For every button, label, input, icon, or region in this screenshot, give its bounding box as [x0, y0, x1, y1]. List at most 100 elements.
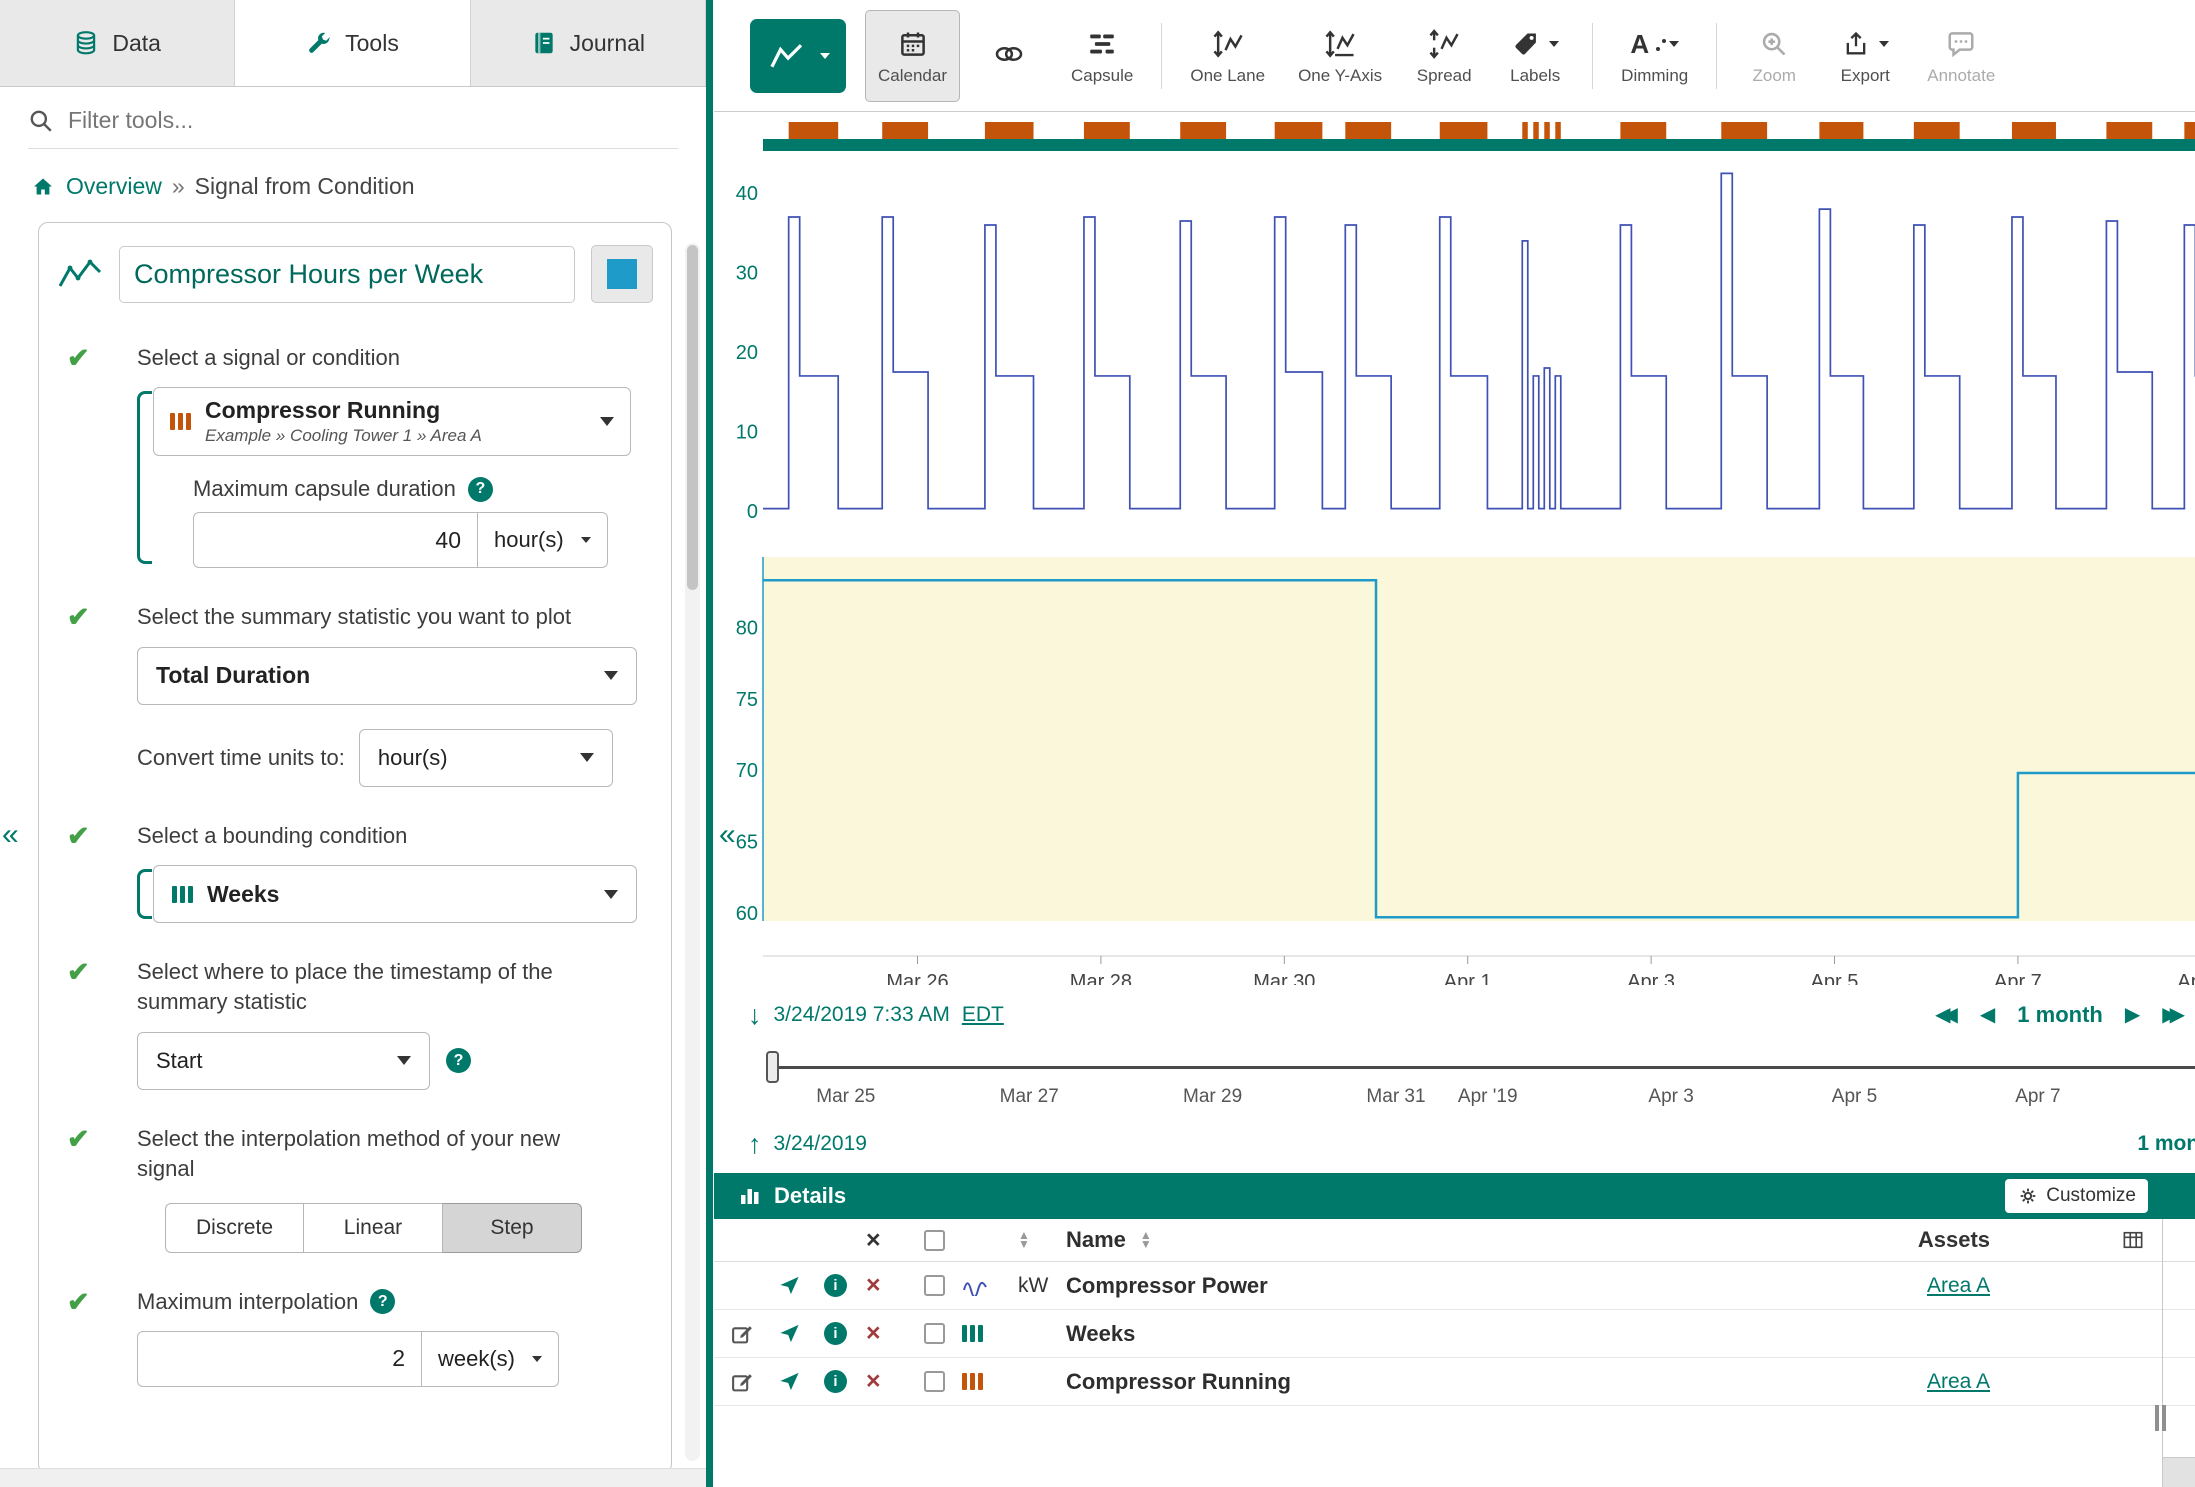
spread-button[interactable]: Spread: [1402, 10, 1486, 102]
step-forward-full-icon[interactable]: [2162, 1005, 2185, 1025]
one-y-axis-button[interactable]: One Y-Axis: [1285, 10, 1395, 102]
item-name[interactable]: Compressor Power: [1066, 1273, 1700, 1299]
send-to-display-icon[interactable]: [778, 1322, 801, 1345]
remove-item-icon[interactable]: [866, 1369, 881, 1394]
capsule-button[interactable]: Capsule: [1058, 10, 1146, 102]
tool-panel-scrollbar[interactable]: [685, 243, 700, 1461]
svg-text:65: 65: [736, 832, 758, 854]
bounding-condition-select[interactable]: Weeks: [153, 865, 637, 923]
step-forward-half-icon[interactable]: [2125, 1005, 2140, 1025]
max-capsule-duration-unit-select[interactable]: hour(s): [478, 512, 608, 568]
details-chart-icon: [738, 1184, 762, 1208]
display-range-duration[interactable]: 1 month: [2017, 1002, 2103, 1028]
tab-data[interactable]: Data: [0, 0, 235, 86]
timeline-start-handle[interactable]: [766, 1051, 779, 1083]
investigate-range-duration[interactable]: 1 month: [2137, 1132, 2195, 1156]
max-capsule-duration-input[interactable]: [193, 512, 478, 568]
step-back-full-icon[interactable]: [1935, 1005, 1958, 1025]
collapse-panel-chevron-icon[interactable]: [719, 818, 736, 852]
scrollbar-thumb[interactable]: [687, 245, 698, 590]
item-name[interactable]: Compressor Running: [1066, 1369, 1700, 1395]
investigate-range-start[interactable]: 3/24/2019: [774, 1132, 867, 1156]
tool-header: Compressor Hours per Week: [39, 223, 671, 309]
timeline-track[interactable]: [774, 1066, 2195, 1069]
tab-tools[interactable]: Tools: [235, 0, 470, 86]
max-interpolation-input[interactable]: [137, 1331, 422, 1387]
row-checkbox[interactable]: [924, 1323, 945, 1344]
statistic-select[interactable]: Total Duration: [137, 647, 637, 705]
help-icon[interactable]: [468, 477, 493, 502]
dimming-button[interactable]: A Dimming: [1608, 10, 1701, 102]
condition-select[interactable]: Compressor Running Example » Cooling Tow…: [153, 387, 631, 456]
name-column-header[interactable]: Name: [1066, 1227, 1126, 1253]
panel-tabs: Data Tools Journal: [0, 0, 706, 87]
interp-step-button[interactable]: Step: [443, 1203, 582, 1253]
edit-item-icon[interactable]: [730, 1321, 755, 1346]
send-to-display-icon[interactable]: [778, 1370, 801, 1393]
left-panel: Data Tools Journal: [0, 0, 706, 1487]
chevron-down-icon: [581, 537, 591, 543]
timestamp-row: Start: [137, 1032, 647, 1090]
zoom-button[interactable]: Zoom: [1732, 10, 1816, 102]
breadcrumb-overview-link[interactable]: Overview: [66, 173, 162, 200]
max-capsule-duration-inputs: hour(s): [193, 512, 647, 568]
one-lane-button[interactable]: One Lane: [1177, 10, 1278, 102]
step-back-half-icon[interactable]: [1980, 1005, 1995, 1025]
sort-type-icon[interactable]: [1018, 1231, 1030, 1249]
export-button[interactable]: Export: [1823, 10, 1907, 102]
item-info-icon[interactable]: [824, 1274, 847, 1297]
customize-button[interactable]: Customize: [2005, 1179, 2148, 1213]
svg-text:Apr 3: Apr 3: [1627, 971, 1675, 985]
timestamp-select[interactable]: Start: [137, 1032, 430, 1090]
item-info-icon[interactable]: [824, 1370, 847, 1393]
assets-column-header[interactable]: Assets: [1700, 1227, 1990, 1253]
asset-columns-grid-icon[interactable]: [2122, 1230, 2144, 1250]
max-interpolation-unit-select[interactable]: week(s): [422, 1331, 559, 1387]
view-mode-trend-button[interactable]: [750, 19, 846, 93]
panel-splitter[interactable]: [706, 0, 713, 1487]
chevron-down-icon: [1549, 41, 1559, 47]
help-icon[interactable]: [370, 1289, 395, 1314]
details-divider-grip[interactable]: [2155, 1405, 2166, 1431]
item-name[interactable]: Weeks: [1066, 1321, 1700, 1347]
calendar-button[interactable]: Calendar: [865, 10, 960, 102]
trend-chart[interactable]: 4030201008075706560Mar 26Mar 28Mar 30Apr…: [714, 112, 2195, 985]
item-info-icon[interactable]: [824, 1322, 847, 1345]
interp-discrete-button[interactable]: Discrete: [165, 1203, 304, 1253]
tab-journal[interactable]: Journal: [471, 0, 706, 86]
tool-panel-hscrollbar[interactable]: [0, 1468, 706, 1487]
home-icon[interactable]: [30, 175, 56, 199]
send-to-display-icon[interactable]: [778, 1274, 801, 1297]
chevron-down-icon: [580, 753, 594, 762]
collapse-left-chevron-icon[interactable]: [2, 818, 19, 852]
remove-all-icon[interactable]: [866, 1228, 881, 1253]
svg-text:30: 30: [736, 263, 758, 285]
filter-tools-input[interactable]: [68, 107, 678, 134]
details-column-divider[interactable]: [2162, 1219, 2163, 1487]
sort-name-icon[interactable]: [1140, 1231, 1152, 1249]
export-label: Export: [1841, 66, 1890, 86]
signal-color-swatch[interactable]: [591, 245, 653, 303]
result-name-input[interactable]: Compressor Hours per Week: [119, 246, 575, 303]
remove-item-icon[interactable]: [866, 1321, 881, 1346]
select-all-checkbox[interactable]: [924, 1230, 945, 1251]
condition-type-icon: [962, 1373, 983, 1390]
remove-item-icon[interactable]: [866, 1273, 881, 1298]
timezone-link[interactable]: EDT: [962, 1003, 1004, 1027]
asset-link[interactable]: Area A: [1927, 1370, 1990, 1393]
labels-button[interactable]: Labels: [1493, 10, 1577, 102]
interp-linear-button[interactable]: Linear: [304, 1203, 443, 1253]
svg-text:40: 40: [736, 183, 758, 205]
row-checkbox[interactable]: [924, 1275, 945, 1296]
asset-link[interactable]: Area A: [1927, 1274, 1990, 1297]
journal-icon: [531, 30, 557, 56]
edit-item-icon[interactable]: [730, 1369, 755, 1394]
annotate-button[interactable]: Annotate: [1914, 10, 2008, 102]
help-icon[interactable]: [446, 1048, 471, 1073]
convert-units-select[interactable]: hour(s): [359, 729, 613, 787]
display-range-start[interactable]: 3/24/2019 7:33 AM: [774, 1003, 950, 1027]
chain-button[interactable]: [967, 10, 1051, 102]
row-checkbox[interactable]: [924, 1371, 945, 1392]
bounding-condition-value: Weeks: [207, 881, 279, 908]
one-lane-icon: [1212, 26, 1244, 62]
